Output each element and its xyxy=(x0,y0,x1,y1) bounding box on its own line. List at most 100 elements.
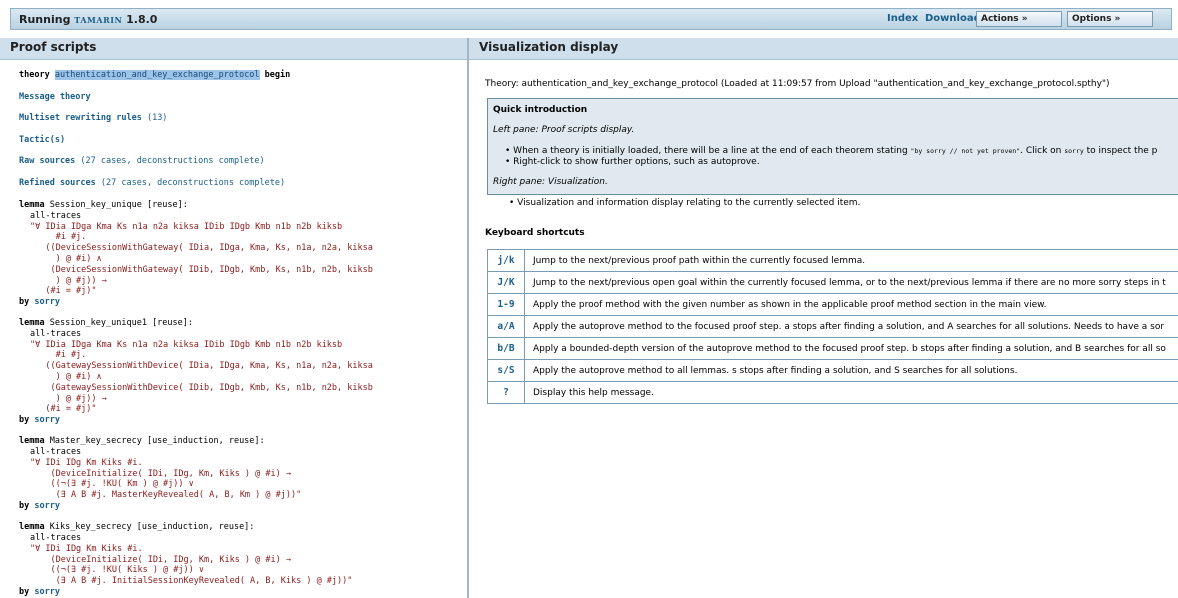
lemma-line: "∀ IDi IDg Km Kiks #i. xyxy=(30,544,143,554)
raw-sources-line: Raw sources (27 cases, deconstructions c… xyxy=(19,156,265,167)
sorry-link[interactable]: sorry xyxy=(34,415,60,425)
shortcut-key: ? xyxy=(487,381,525,404)
lemma-line: ((GatewaySessionWithDevice( IDia, IDga, … xyxy=(30,361,373,371)
lemma-line: (∃ A B #j. MasterKeyRevealed( A, B, Km )… xyxy=(30,490,302,500)
refined-sources-line: Refined sources (27 cases, deconstructio… xyxy=(19,178,285,189)
intro-bullet-text: . Click on xyxy=(1020,146,1065,156)
lemma-line: all-traces xyxy=(30,533,82,543)
shortcut-description: Apply a bounded-depth version of the aut… xyxy=(524,337,1178,360)
lemma-header[interactable]: lemma Kiks_key_secrecy [use_induction, r… xyxy=(19,522,254,533)
theory-line: theory authentication_and_key_exchange_p… xyxy=(19,70,290,81)
intro-bullet: • When a theory is initially loaded, the… xyxy=(505,146,1158,156)
shortcut-row: 1-9 Apply the proof method with the given… xyxy=(487,293,1178,316)
left-pane-title: Proof scripts xyxy=(0,38,467,60)
right-pane-title: Visualization display xyxy=(469,38,1178,60)
shortcut-description: Jump to the next/previous proof path wit… xyxy=(524,249,1178,272)
sorry-link[interactable]: sorry xyxy=(34,587,60,597)
sorry-link[interactable]: sorry xyxy=(34,501,60,511)
lemma-keyword: lemma xyxy=(19,200,45,210)
lemma-line: (#i = #j)" xyxy=(30,404,97,414)
menu-bar: Running TAMARIN 1.8.0 Index Download Act… xyxy=(10,8,1172,30)
shortcut-key: J/K xyxy=(487,271,525,294)
begin-keyword: begin xyxy=(264,70,291,80)
message-theory-link[interactable]: Message theory xyxy=(19,92,91,103)
lemma-header[interactable]: lemma Master_key_secrecy [use_induction,… xyxy=(19,436,265,447)
lemma-line: all-traces xyxy=(30,329,82,339)
visualization-pane: Theory: authentication_and_key_exchange_… xyxy=(470,60,1178,598)
intro-bullet-text: Right-click to show further options, suc… xyxy=(513,157,760,167)
by-keyword: by xyxy=(19,415,30,425)
lemma-line: all-traces xyxy=(30,447,82,457)
shortcut-description: Display this help message. xyxy=(524,381,1178,404)
shortcut-row: ? Display this help message. xyxy=(487,381,1178,404)
lemma-line: "∀ IDi IDg Km Kiks #i. xyxy=(30,458,143,468)
tamarin-name: TAMARIN xyxy=(74,15,123,25)
theory-keyword: theory xyxy=(19,70,50,80)
lemma-header[interactable]: lemma Session_key_unique1 [reuse]: xyxy=(19,318,193,329)
raw-sources-info: (27 cases, deconstructions complete) xyxy=(80,156,265,166)
shortcut-description: Jump to the next/previous open goal with… xyxy=(524,271,1178,294)
proof-step: by sorry xyxy=(19,415,60,426)
lemma-header[interactable]: lemma Session_key_unique [reuse]: xyxy=(19,200,188,211)
lemma-keyword: lemma xyxy=(19,436,45,446)
quick-introduction-box: Quick introduction Left pane: Proof scri… xyxy=(487,98,1178,195)
shortcut-key: s/S xyxy=(487,359,525,382)
shortcut-row: J/K Jump to the next/previous open goal w… xyxy=(487,271,1178,294)
tactics-link[interactable]: Tactic(s) xyxy=(19,135,65,146)
multiset-rules-line: Multiset rewriting rules (13) xyxy=(19,113,167,124)
lemma-title: Master_key_secrecy [use_induction, reuse… xyxy=(49,436,265,446)
multiset-rules-link[interactable]: Multiset rewriting rules xyxy=(19,113,142,123)
raw-sources-link[interactable]: Raw sources xyxy=(19,156,75,166)
sorry-link[interactable]: sorry xyxy=(34,297,60,307)
keyboard-shortcuts-table: j/k Jump to the next/previous proof path … xyxy=(487,249,1178,404)
lemma-line: ((¬(∃ #j. !KU( Km ) @ #j)) ∨ xyxy=(30,479,194,489)
lemma-line: (∃ A B #j. InitialSessionKeyRevealed( A,… xyxy=(30,576,353,586)
app-title: Running TAMARIN 1.8.0 xyxy=(19,13,157,26)
lemma-title: Session_key_unique [reuse]: xyxy=(49,200,188,210)
lemma-line: ((¬(∃ #j. !KU( Kiks ) @ #j)) ∨ xyxy=(30,565,204,575)
top-bar: Running TAMARIN 1.8.0 Index Download Act… xyxy=(0,0,1178,38)
lemma-keyword: lemma xyxy=(19,522,45,532)
download-link[interactable]: Download xyxy=(925,13,981,24)
lemma-line: ((DeviceSessionWithGateway( IDia, IDga, … xyxy=(30,243,373,253)
shortcut-row: b/B Apply a bounded-depth version of the … xyxy=(487,337,1178,360)
lemma-line: ) @ #i) ∧ xyxy=(30,372,102,382)
actions-menu-button[interactable]: Actions » xyxy=(976,11,1062,27)
lemma-line: ) @ #i) ∧ xyxy=(30,254,102,264)
shortcut-row: j/k Jump to the next/previous proof path … xyxy=(487,249,1178,272)
lemma-line: (GatewaySessionWithDevice( IDib, IDgb, K… xyxy=(30,383,373,393)
shortcut-key: a/A xyxy=(487,315,525,338)
quick-intro-title: Quick introduction xyxy=(493,105,588,115)
by-keyword: by xyxy=(19,297,30,307)
shortcut-description: Apply the proof method with the given nu… xyxy=(524,293,1178,316)
right-pane-label: Right pane: Visualization. xyxy=(493,177,608,187)
intro-bullet-text: When a theory is initially loaded, there… xyxy=(513,146,911,156)
lemma-line: #i #j. xyxy=(30,232,87,242)
lemma-line: (#i = #j)" xyxy=(30,286,97,296)
left-pane-label: Left pane: Proof scripts display. xyxy=(493,125,635,135)
pane-divider[interactable] xyxy=(467,38,469,598)
intro-bullet: • Visualization and information display … xyxy=(509,198,861,208)
shortcut-description: Apply the autoprove method to all lemmas… xyxy=(524,359,1178,382)
refined-sources-link[interactable]: Refined sources xyxy=(19,178,96,188)
proof-step: by sorry xyxy=(19,501,60,512)
lemma-title: Kiks_key_secrecy [use_induction, reuse]: xyxy=(49,522,255,532)
shortcut-description: Apply the autoprove method to the focuse… xyxy=(524,315,1178,338)
lemma-title: Session_key_unique1 [reuse]: xyxy=(49,318,194,328)
theory-info: Theory: authentication_and_key_exchange_… xyxy=(485,79,1110,89)
lemma-line: (DeviceSessionWithGateway( IDib, IDgb, K… xyxy=(30,265,373,275)
theory-name[interactable]: authentication_and_key_exchange_protocol xyxy=(54,70,260,80)
options-menu-button[interactable]: Options » xyxy=(1067,11,1153,27)
refined-sources-info: (27 cases, deconstructions complete) xyxy=(100,178,286,188)
proof-step: by sorry xyxy=(19,587,60,598)
index-link[interactable]: Index xyxy=(887,13,918,24)
intro-bullet-text: Visualization and information display re… xyxy=(517,198,861,208)
proof-scripts-pane: theory authentication_and_key_exchange_p… xyxy=(0,60,466,598)
intro-bullet: • Right-click to show further options, s… xyxy=(505,157,760,167)
app-name: Running xyxy=(19,13,71,26)
lemma-line: #i #j. xyxy=(30,350,87,360)
shortcut-key: 1-9 xyxy=(487,293,525,316)
intro-bullet-text: to inspect the p xyxy=(1083,146,1158,156)
shortcut-row: s/S Apply the autoprove method to all lem… xyxy=(487,359,1178,382)
intro-bullet-code: sorry xyxy=(1064,147,1084,155)
